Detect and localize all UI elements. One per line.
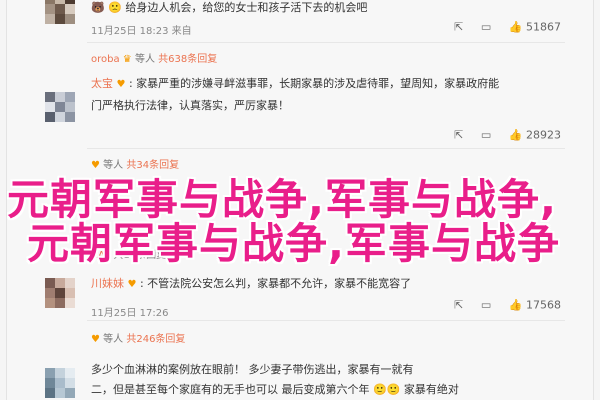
avatar-pixel <box>45 378 55 388</box>
comment-text: 🐻 🙁 给身边人机会，给您的女士和孩子活下去的机会吧 <box>91 1 368 14</box>
avatar-pixel <box>65 92 75 102</box>
avatar-pixel <box>65 112 75 122</box>
comment-text: 二，但是甚至每个家庭有的无手也可以 最后变成第六个年 🙂🙂 家暴有绝对 <box>91 383 459 396</box>
avatar-pixel <box>55 368 65 378</box>
comment-icon: ▭ <box>480 20 492 34</box>
avatar-pixel <box>45 388 55 398</box>
avatar-pixel <box>45 102 55 112</box>
comment-button[interactable]: ▭ <box>481 128 491 142</box>
like-button[interactable]: 👍 51867 <box>509 20 561 34</box>
overlay-title-line-2: 元朝军事与战争,军事与战争 <box>27 219 560 268</box>
share-icon: ⇱ <box>454 298 464 312</box>
vip-icon: ♥ <box>91 334 100 345</box>
avatar-pixel <box>45 112 55 122</box>
avatar-pixel <box>65 14 75 24</box>
comment-actions: ⇱ ▭ 👍 17568 <box>440 298 561 312</box>
avatar-pixel <box>45 298 55 308</box>
like-button[interactable]: 👍 28923 <box>509 128 561 142</box>
avatar-pixel <box>65 278 75 288</box>
comment-text: 多少个血淋淋的案例放在眼前！ 多少妻子带伤逃出，家暴有一就有 <box>91 363 414 376</box>
timestamp: 11月25日 17:26 <box>91 308 169 319</box>
divider <box>87 42 565 43</box>
share-icon: ⇱ <box>454 128 464 142</box>
avatar-pixel <box>45 288 55 298</box>
avatar-pixel <box>65 298 75 308</box>
avatar-pixel <box>65 4 75 14</box>
comment-button[interactable]: ▭ <box>481 20 491 34</box>
avatar-pixel <box>55 388 65 398</box>
comment-button[interactable]: ▭ <box>481 298 491 312</box>
avatar-pixel <box>55 92 65 102</box>
share-button[interactable]: ⇱ <box>454 128 463 142</box>
avatar-pixel <box>65 388 75 398</box>
comment-panel: 🐻 🙁 给身边人机会，给您的女士和孩子活下去的机会吧 11月25日 18:23 … <box>6 0 594 400</box>
vip-icon: ♥ <box>116 79 126 90</box>
avatar-pixel <box>55 288 65 298</box>
avatar-pixel <box>45 92 55 102</box>
avatar-pixel <box>55 298 65 308</box>
reply-summary[interactable]: ♥ 等人 共246条回复 <box>91 330 185 345</box>
avatar-pixel <box>55 278 65 288</box>
avatar-pixel <box>65 288 75 298</box>
like-icon: 👍 <box>508 298 523 312</box>
like-button[interactable]: 👍 17568 <box>509 298 561 312</box>
avatar-pixel <box>55 102 65 112</box>
share-button[interactable]: ⇱ <box>454 20 463 34</box>
divider <box>87 320 565 321</box>
avatar-pixel <box>55 378 65 388</box>
avatar-pixel <box>65 378 75 388</box>
vip-icon: ♛ <box>122 54 132 65</box>
like-icon: 👍 <box>508 20 523 34</box>
avatar-pixel <box>45 368 55 378</box>
comment-text: 门严格执行法律，认真落实，严厉家暴！ <box>91 99 289 112</box>
avatar[interactable] <box>45 0 75 24</box>
comment-text: 川妹妹 ♥ : 不管法院公安怎么判，家暴都不允许，家暴不能宽容了 <box>91 277 412 290</box>
timestamp: 11月25日 18:23 来自 <box>91 26 192 37</box>
comment-actions: ⇱ ▭ 👍 28923 <box>440 128 561 142</box>
divider <box>87 148 565 149</box>
avatar-pixel <box>45 14 55 24</box>
comment-actions: ⇱ ▭ 👍 51867 <box>440 20 561 34</box>
avatar-pixel <box>55 14 65 24</box>
avatar-pixel <box>65 368 75 378</box>
avatar-pixel <box>45 278 55 288</box>
share-button[interactable]: ⇱ <box>454 298 463 312</box>
avatar[interactable] <box>45 278 75 308</box>
vip-icon: ♥ <box>127 279 137 290</box>
comment-text: 太宝 ♥ : 家暴严重的涉嫌寻衅滋事罪，长期家暴的涉及虐待罪，望周知，家暴政府能 <box>91 77 500 90</box>
reply-summary[interactable]: oroba ♛ 等人 共638条回复 <box>91 50 217 65</box>
like-icon: 👍 <box>508 128 523 142</box>
avatar-pixel <box>45 4 55 14</box>
avatar-pixel <box>55 112 65 122</box>
avatar-pixel <box>65 102 75 112</box>
avatar[interactable] <box>45 92 75 122</box>
comment-icon: ▭ <box>480 128 492 142</box>
avatar-pixel <box>55 4 65 14</box>
comment-icon: ▭ <box>480 298 492 312</box>
avatar[interactable] <box>45 368 75 398</box>
share-icon: ⇱ <box>454 20 464 34</box>
